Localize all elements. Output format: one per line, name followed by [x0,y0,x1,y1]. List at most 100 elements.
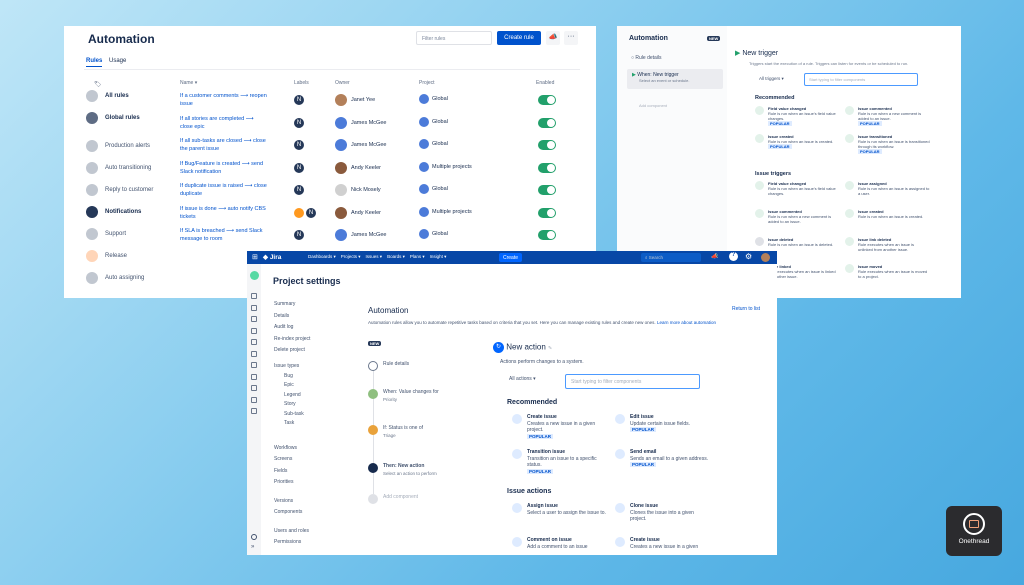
action-card[interactable]: Assign issue Select a user to assign the … [512,503,612,516]
tab-rules[interactable]: Rules [86,58,103,67]
settings-menu-item[interactable]: Permissions [274,539,301,545]
action-card[interactable]: Edit issue Update certain issue fields. PO… [615,414,715,434]
trigger-card[interactable]: Field value changed Rule is run when an i… [755,106,839,126]
rule-name-link[interactable]: If duplicate issue is raised ⟶ close dupl… [180,182,267,198]
settings-menu-item[interactable]: Sub-task [284,411,304,417]
settings-icon[interactable] [251,534,257,540]
settings-menu-item[interactable]: Users and roles [274,528,309,534]
sidebar-item[interactable]: Auto assigning [86,272,144,284]
all-actions-select[interactable]: All actions ▾ [509,376,536,382]
action-card[interactable]: Create issue Creates a new issue in a giv… [615,537,715,550]
top-nav-item[interactable]: Projects ▾ [341,254,361,260]
release-icon[interactable] [251,385,257,391]
list-icon[interactable] [251,316,257,322]
trigger-card[interactable]: Issue commented Rule is run when a new co… [845,106,929,126]
rule-name-link[interactable]: If Bug/Feature is created ⟶ send Slack no… [180,160,263,176]
component-icon[interactable] [251,396,257,403]
settings-icon[interactable] [251,408,257,414]
create-button[interactable]: Create [499,253,523,262]
rule-step[interactable]: Then: New action Select an action to perf… [368,463,437,477]
settings-menu-item[interactable]: Details [274,313,289,319]
settings-menu-item[interactable]: Story [284,401,296,407]
sidebar-item[interactable]: Auto transitioning [86,162,151,174]
table-row[interactable]: If issue is done ⟶ auto notify CBS ticket… [180,203,580,225]
settings-menu-item[interactable]: Bug [284,373,293,379]
rule-name-link[interactable]: If issue is done ⟶ auto notify CBS ticket… [180,205,266,221]
action-card[interactable]: Clone issue Clones the issue into a given… [615,503,715,523]
settings-menu-item[interactable]: Epic [284,382,294,388]
trigger-card[interactable]: Issue commented Rule is run when a new co… [755,209,839,224]
action-card[interactable]: Comment on issue Add a comment to an issu… [512,537,612,550]
backlog-icon[interactable] [251,304,257,311]
sidebar-item[interactable]: All rules [86,90,129,102]
action-card[interactable]: Create issue Creates a new issue in a giv… [512,414,612,440]
calendar-icon[interactable] [251,350,257,357]
settings-menu-item[interactable]: Workflows [274,445,297,451]
project-avatar[interactable] [250,271,259,280]
return-to-list-link[interactable]: Return to list [732,306,760,312]
sidebar-item[interactable]: Support [86,228,126,240]
settings-gear-icon[interactable]: ⚙ [745,252,752,262]
rule-name-link[interactable]: If a customer comments ⟶ reopen issue [180,92,267,108]
rule-step[interactable]: If: Status is one of Triage [368,425,423,439]
page-icon[interactable] [251,362,257,368]
expand-sidebar-icon[interactable]: » [251,544,254,550]
rule-step[interactable]: When: Value changes for Priority [368,389,439,403]
megaphone-icon[interactable]: 📣 [546,31,560,45]
table-row[interactable]: If duplicate issue is raised ⟶ close dupl… [180,180,580,202]
filter-components-input[interactable]: Start typing to filter components [804,73,918,86]
trigger-card[interactable]: Issue created Rule is run when an issue i… [755,134,839,149]
trigger-card[interactable]: Issue assigned Rule is run when an issue … [845,181,929,196]
settings-menu-item[interactable]: Re-index project [274,336,310,342]
create-rule-button[interactable]: Create rule [497,31,541,45]
trigger-card[interactable]: Issue transitioned Rule is run when an is… [845,134,930,154]
enabled-toggle[interactable] [538,207,556,218]
sidebar-item[interactable]: Production alerts [86,140,150,152]
search-input[interactable]: ⌕ Search [641,253,701,262]
settings-menu-item[interactable]: Legend [284,392,301,398]
sidebar-item[interactable]: Reply to customer [86,184,153,196]
add-component-step[interactable]: Add component [639,103,667,108]
settings-menu-item[interactable]: Summary [274,301,295,307]
settings-menu-item[interactable]: Screens [274,456,292,462]
table-row[interactable]: If all stories are completed ⟶ close epic… [180,113,580,135]
trigger-card[interactable]: Issue link deleted Rule executes when an … [845,237,929,252]
user-avatar[interactable] [761,253,770,262]
table-row[interactable]: If a customer comments ⟶ reopen issue N Jan… [180,90,580,112]
edit-icon[interactable]: ✎ [548,346,552,352]
top-nav-item[interactable]: Dashboards ▾ [308,254,336,260]
code-icon[interactable] [251,373,257,380]
action-card[interactable]: Send email Sends an email to a given addr… [615,449,715,469]
top-nav-item[interactable]: Boards ▾ [387,254,405,260]
enabled-toggle[interactable] [538,117,556,128]
settings-menu-item[interactable]: Delete project [274,347,305,353]
enabled-toggle[interactable] [538,162,556,173]
all-triggers-select[interactable]: All triggers ▾ [759,76,784,82]
notifications-icon[interactable]: 📣 [711,253,718,260]
more-icon[interactable]: ··· [564,31,578,45]
sidebar-item[interactable]: Release [86,250,127,262]
rule-name-link[interactable]: If all stories are completed ⟶ close epic [180,115,254,131]
rule-step[interactable]: Rule details [368,361,409,371]
learn-more-link[interactable]: Learn more about automation [657,320,716,325]
trigger-card[interactable]: Issue created Rule is run when an issue i… [845,209,929,219]
enabled-toggle[interactable] [538,185,556,195]
rule-step[interactable]: Add component [368,494,418,504]
trigger-card[interactable]: Field value changed Rule is run when an i… [755,181,839,196]
rule-name-link[interactable]: If all sub-tasks are closed ⟶ close the p… [180,137,266,153]
table-row[interactable]: If SLA is breached ⟶ send Slack message t… [180,225,580,247]
enabled-toggle[interactable] [538,230,556,240]
filter-rules-input[interactable]: Filter rules [416,31,492,45]
action-filter-input[interactable]: Start typing to filter components [565,374,700,389]
top-nav-item[interactable]: Insight ▾ [430,254,447,260]
issue-types-heading[interactable]: Issue types [274,363,299,369]
trigger-card[interactable]: Issue deleted Rule is run when an issue i… [755,237,839,247]
jira-logo[interactable]: ◆ Jira [263,253,281,261]
top-nav-item[interactable]: Issues ▾ [366,254,383,260]
settings-menu-item[interactable]: Audit log [274,324,293,330]
settings-menu-item[interactable]: Fields [274,468,287,474]
settings-menu-item[interactable]: Versions [274,498,293,504]
trigger-card[interactable]: Issue moved Rule executes when an issue i… [845,264,929,279]
sidebar-item[interactable]: Notifications [86,206,141,218]
board-icon[interactable] [251,293,257,299]
